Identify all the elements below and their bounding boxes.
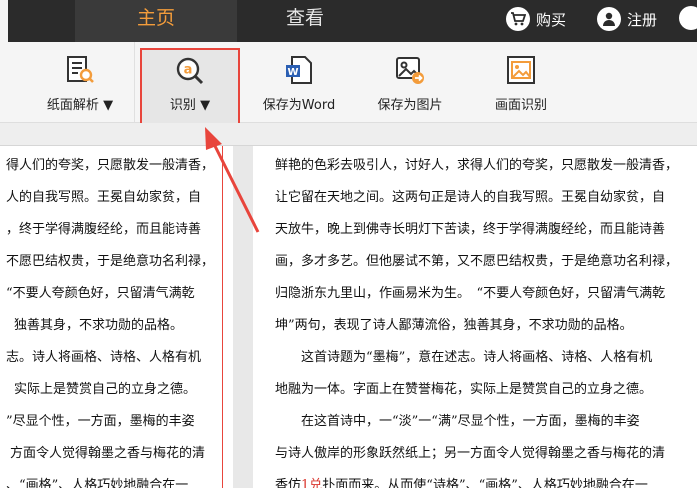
tab-home[interactable]: 主页 [75,0,237,42]
buy-label: 购买 [536,10,567,29]
original-line: ，终于学得满腹经纶，而且能诗善 [6,222,202,237]
tab-view[interactable]: 查看 [250,0,360,42]
recognized-line: 这首诗题为“墨梅”，意在述志。诗人将画格、诗格、人格有机 [275,350,653,365]
recognize-button[interactable]: a 识别 ▼ [140,48,240,126]
original-line: 不愿巴结权贵，于是绝意功名利禄， [6,254,215,269]
ocr-error-highlight: 1兑 [301,478,323,488]
register-label: 注册 [627,10,658,29]
ribbon-toolbar: 纸面解析 ▼ a 识别 ▼ W 保存为Word 保存为图片 画面识别 [0,42,697,126]
recognized-line-last: 香仿1兑扑面而来。从而使“诗格”、“画格”、人格巧妙地融合在一 [275,474,648,488]
recognize-badge: a [184,63,193,78]
original-line: ”尽显个性，一方面，墨梅的丰姿 [6,414,195,429]
save-as-image-label: 保存为图片 [377,98,443,113]
recognize-magnifier-icon: a [176,57,204,85]
overflow-icon[interactable] [679,6,697,30]
selection-boundary-line [222,146,223,488]
paper-parse-label: 纸面解析 ▼ [46,98,114,113]
cart-icon [506,7,530,31]
original-line: 得人们的夸奖，只愿散发一般清香， [6,158,215,173]
document-search-icon [67,56,94,83]
recognized-line: 画，多才多艺。但他屡试不第，又不愿巴结权贵，于是绝意功名利禄， [275,254,679,269]
word-document-icon: W [286,56,312,84]
document-ruler [0,123,697,146]
recognized-line: 让它留在天地之间。这两句正是诗人的自我写照。王冕自幼家贫，自 [275,190,666,205]
word-badge: W [287,67,298,78]
recognized-text-pane[interactable]: 鲜艳的色彩去吸引人，讨好人，求得人们的夸奖，只愿散发一般清香， 让它留在天地之间… [253,146,697,488]
pane-gutter [233,146,253,488]
original-line: 人的自我写照。王冕自幼家贫，自 [6,190,202,205]
save-as-image-button[interactable]: 保存为图片 [372,42,448,122]
original-line: 实际上是赞赏自己的立身之德。 [14,382,197,397]
save-as-word-button[interactable]: W 保存为Word [256,42,342,122]
recognized-line: 坤”两句，表现了诗人鄙薄流俗，独善其身，不求功勋的品格。 [275,318,633,333]
original-line: 独善其身，不求功勋的品格。 [14,318,184,333]
user-icon [597,7,621,31]
original-page-pane[interactable]: 得人们的夸奖，只愿散发一般清香， 人的自我写照。王冕自幼家贫，自 ，终于学得满腹… [0,146,233,488]
buy-button[interactable]: 购买 [506,6,566,32]
recognized-line: 在这首诗中，一“淡”一“满”尽显个性，一方面，墨梅的丰姿 [275,414,640,429]
image-export-icon [396,57,424,84]
save-as-word-label: 保存为Word [262,98,336,113]
screen-recognize-label: 画面识别 [494,98,547,113]
top-navigation-bar: 主页 查看 购买 注册 [0,0,697,42]
recognized-line: 与诗人傲岸的形象跃然纸上；另一方面令人觉得翰墨之香与梅花的清 [275,446,666,461]
left-edge [0,0,8,42]
recognized-line: 天放牛，晚上到佛寺长明灯下苦读，终于学得满腹经纶，而且能诗善 [275,222,666,237]
original-line: 志。诗人将画格、诗格、人格有机 [6,350,202,365]
register-button[interactable]: 注册 [597,6,657,32]
recognized-line: 鲜艳的色彩去吸引人，讨好人，求得人们的夸奖，只愿散发一般清香， [275,158,679,173]
recognize-label: 识别 ▼ [169,98,211,113]
screen-capture-icon [507,56,535,84]
recognized-line: 归隐浙东九里山，作画易米为生。 “不要人夸颜色好，只留清气满乾 [275,286,666,301]
paper-parse-button[interactable]: 纸面解析 ▼ [40,42,120,122]
recognized-line: 地融为一体。字面上在赞誉梅花，实际上是赞赏自己的立身之德。 [275,382,653,397]
original-line: 、“画格”、人格巧妙地融合在一 [6,478,189,488]
toolbar-divider [134,42,135,122]
screen-recognize-button[interactable]: 画面识别 [488,42,554,122]
original-line: 方面令人觉得翰墨之香与梅花的清 [10,446,206,461]
original-line: “不要人夸颜色好，只留清气满乾 [6,286,195,301]
